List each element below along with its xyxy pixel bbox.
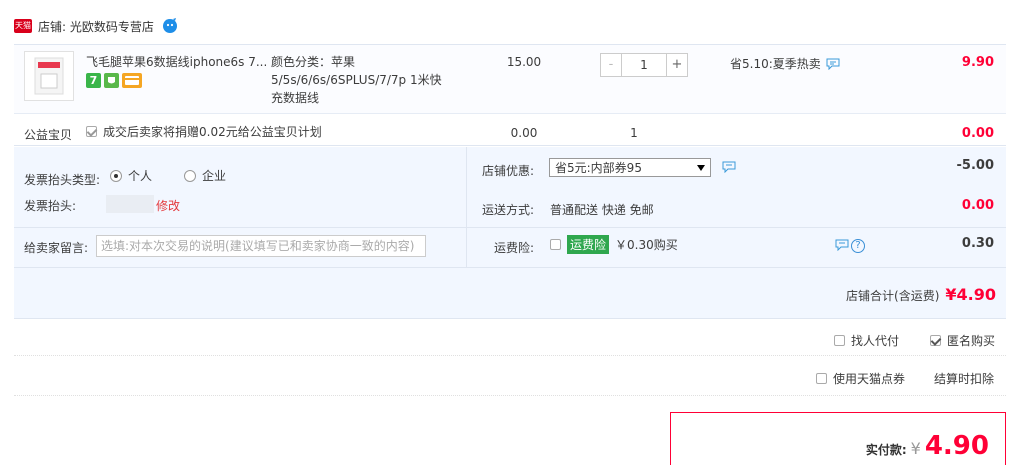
tmall-coupon-option: 使用天猫点券 xyxy=(816,370,905,387)
service-badges: 7 xyxy=(86,73,142,88)
shipping-label: 运送方式: xyxy=(482,203,535,217)
discount-comment-icon[interactable] xyxy=(722,161,736,173)
coupon-deduct-text: 结算时扣除 xyxy=(934,372,995,386)
invoice-personal-radio[interactable] xyxy=(110,169,122,182)
insurance-tag: 运费险 xyxy=(567,235,610,254)
credit-card-icon xyxy=(122,73,142,88)
panel-divider xyxy=(466,147,467,267)
invoice-type-radio-group: 个人 企业 xyxy=(110,167,226,184)
charity-total: 0.00 xyxy=(961,126,994,141)
anonymous-label[interactable]: 匿名购买 xyxy=(947,332,995,349)
invoice-title-label: 发票抬头: xyxy=(24,199,77,213)
item-subtotal: 9.90 xyxy=(961,55,994,70)
invoice-personal-label[interactable]: 个人 xyxy=(128,167,152,184)
charity-label: 公益宝贝 xyxy=(24,128,73,142)
proxy-pay-label[interactable]: 找人代付 xyxy=(851,332,899,349)
charity-checkbox[interactable] xyxy=(86,126,97,137)
payment-total: 实付款: ¥ 4.90 xyxy=(866,431,989,461)
shop-discount-label: 店铺优惠: xyxy=(482,164,535,178)
invoice-edit-link[interactable]: 修改 xyxy=(156,197,180,214)
proxy-pay-option: 找人代付 xyxy=(834,332,899,349)
charity-text: 成交后卖家将捐赠0.02元给公益宝贝计划 xyxy=(103,125,322,139)
payment-label: 实付款: xyxy=(865,443,907,457)
quantity-input[interactable]: 1 xyxy=(622,53,666,77)
order-item-row: 飞毛腿苹果6数据线iphone6s 7... 7 颜色分类：苹果5/5s/6/6… xyxy=(14,44,1006,114)
charity-price: 0.00 xyxy=(510,126,538,140)
invoice-title-redacted xyxy=(106,195,154,213)
shop-discount-select[interactable]: 省5元:内部券95 xyxy=(549,158,711,177)
panel-divider xyxy=(14,267,1006,268)
payment-options-row: 找人代付 匿名购买 xyxy=(14,320,1006,356)
seller-message-label: 给卖家留言: xyxy=(24,241,89,255)
product-image-icon xyxy=(34,57,64,95)
order-options-panel: 发票抬头类型: 个人 企业 发票抬头: 修改 给卖家留言: 选填:对本次交易的说… xyxy=(14,147,1006,319)
shop-header: 天猫 店铺: 光欧数码专营店 xyxy=(14,14,178,38)
insurance-option: 运费险 ￥0.30购买 xyxy=(550,235,678,254)
insurance-checkbox[interactable] xyxy=(550,239,561,250)
shipping-method: 普通配送 快递 免邮 xyxy=(550,203,654,217)
panel-divider xyxy=(14,227,1006,228)
guarantee-icon xyxy=(104,73,119,88)
invoice-type-label: 发票抬头类型: xyxy=(24,173,101,187)
insurance-comment-icon[interactable] xyxy=(835,239,849,251)
shipping-amount: 0.00 xyxy=(961,198,994,213)
shop-discount-selected: 省5元:内部券95 xyxy=(555,161,642,175)
shop-total: 店铺合计(含运费) ¥4.90 xyxy=(714,285,996,304)
anonymous-checkbox[interactable] xyxy=(930,335,941,346)
tmall-coupon-checkbox[interactable] xyxy=(816,373,827,384)
tmall-badge-icon: 天猫 xyxy=(14,19,32,33)
item-promotion: 省5.10:夏季热卖 xyxy=(730,55,840,72)
insurance-price: ￥0.30购买 xyxy=(615,238,678,252)
charity-option: 成交后卖家将捐赠0.02元给公益宝贝计划 xyxy=(86,123,322,140)
insurance-amount: 0.30 xyxy=(961,236,994,251)
insurance-help-icon[interactable]: ? xyxy=(851,239,865,253)
quantity-stepper: - 1 + xyxy=(600,53,688,77)
quantity-plus-button[interactable]: + xyxy=(666,53,688,77)
payment-currency: ¥ xyxy=(910,439,921,458)
promotion-text: 省5.10:夏季热卖 xyxy=(730,57,821,71)
charity-row: 公益宝贝 成交后卖家将捐赠0.02元给公益宝贝计划 0.00 1 0.00 xyxy=(14,118,1006,146)
shop-name-link[interactable]: 店铺: 光欧数码专营店 xyxy=(38,18,154,35)
anonymous-option: 匿名购买 xyxy=(930,332,995,349)
unit-price: 15.00 xyxy=(506,55,542,69)
payment-amount: 4.90 xyxy=(924,431,989,461)
wangwang-chat-icon[interactable] xyxy=(162,18,178,34)
product-sku: 颜色分类：苹果5/5s/6/6s/6SPLUS/7/7p 1米快充数据线 xyxy=(271,55,442,105)
insurance-icons: ? xyxy=(830,239,865,253)
shop-total-amount: ¥4.90 xyxy=(945,285,996,304)
product-thumbnail[interactable] xyxy=(24,51,74,101)
invoice-company-radio[interactable] xyxy=(184,169,197,182)
payment-summary-box: 实付款: ¥ 4.90 xyxy=(670,412,1006,465)
shop-discount-amount: -5.00 xyxy=(956,158,994,173)
proxy-pay-checkbox[interactable] xyxy=(834,335,845,346)
insurance-label: 运费险: xyxy=(494,241,535,255)
seven-day-return-icon: 7 xyxy=(86,73,101,88)
quantity-minus-button[interactable]: - xyxy=(600,53,622,77)
shop-total-label: 店铺合计(含运费) xyxy=(846,289,940,303)
seller-message-input[interactable]: 选填:对本次交易的说明(建议填写已和卖家协商一致的内容) xyxy=(96,235,426,257)
tmall-coupon-label[interactable]: 使用天猫点券 xyxy=(833,370,905,387)
order-page: 天猫 店铺: 光欧数码专营店 飞毛腿苹果6数据线iphone6s 7... 7 xyxy=(0,0,1024,465)
coupon-options-row: 使用天猫点券 结算时扣除 xyxy=(14,356,1006,396)
charity-quantity: 1 xyxy=(630,126,638,140)
invoice-company-label[interactable]: 企业 xyxy=(202,167,226,184)
dropdown-arrow-icon xyxy=(697,164,705,171)
promotion-comment-icon[interactable] xyxy=(826,58,840,70)
product-title-link[interactable]: 飞毛腿苹果6数据线iphone6s 7... xyxy=(86,53,266,70)
